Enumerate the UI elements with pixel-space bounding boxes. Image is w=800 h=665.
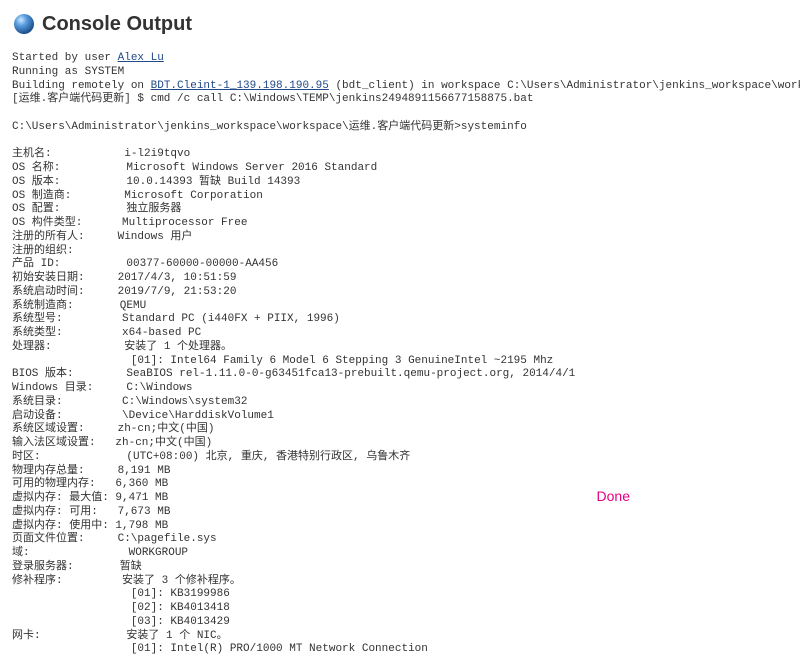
console-line: [01]: Intel(R) PRO/1000 MT Network Conne… <box>12 643 428 655</box>
console-line: 注册的所有人: Windows 用户 <box>12 231 192 243</box>
console-line: 修补程序: 安装了 3 个修补程序。 <box>12 575 241 587</box>
done-annotation: Done <box>597 488 630 504</box>
console-line: [01]: KB3199986 <box>12 588 230 600</box>
console-line: Running as SYSTEM <box>12 66 124 78</box>
console-line: 系统型号: Standard PC (i440FX + PIIX, 1996) <box>12 313 340 325</box>
console-line: 主机名: i-l2i9tqvo <box>12 148 190 160</box>
console-line: 系统类型: x64-based PC <box>12 327 201 339</box>
console-line: 系统区域设置: zh-cn;中文(中国) <box>12 423 214 435</box>
console-line: OS 制造商: Microsoft Corporation <box>12 190 263 202</box>
console-line: [01]: Intel64 Family 6 Model 6 Stepping … <box>12 355 553 367</box>
console-line: 网卡: 安装了 1 个 NIC。 <box>12 630 228 642</box>
console-line: 物理内存总量: 8,191 MB <box>12 465 170 477</box>
console-line: 页面文件位置: C:\pagefile.sys <box>12 533 217 545</box>
console-line: 初始安装日期: 2017/4/3, 10:51:59 <box>12 272 236 284</box>
console-line: 时区: (UTC+08:00) 北京, 重庆, 香港特别行政区, 乌鲁木齐 <box>12 451 410 463</box>
console-line: 启动设备: \Device\HarddiskVolume1 <box>12 410 274 422</box>
blue-ball-icon <box>12 12 36 36</box>
console-line: 虚拟内存: 最大值: 9,471 MB <box>12 492 168 504</box>
console-line: OS 名称: Microsoft Windows Server 2016 Sta… <box>12 162 377 174</box>
console-line: Windows 目录: C:\Windows <box>12 382 192 394</box>
console-line: Building remotely on BDT.Cleint-1_139.19… <box>12 80 800 92</box>
console-line: OS 版本: 10.0.14393 暂缺 Build 14393 <box>12 176 300 188</box>
console-line: [03]: KB4013429 <box>12 616 230 628</box>
console-line: 系统启动时间: 2019/7/9, 21:53:20 <box>12 286 236 298</box>
console-line: [02]: KB4013418 <box>12 602 230 614</box>
console-line: 域: WORKGROUP <box>12 547 188 559</box>
console-line: 系统制造商: QEMU <box>12 300 146 312</box>
console-line: Started by user Alex Lu <box>12 52 164 64</box>
console-line: 虚拟内存: 可用: 7,673 MB <box>12 506 170 518</box>
console-line: 登录服务器: 暂缺 <box>12 561 142 573</box>
console-line: 输入法区域设置: zh-cn;中文(中国) <box>12 437 212 449</box>
console-line: 处理器: 安装了 1 个处理器。 <box>12 341 232 353</box>
node-link[interactable]: BDT.Cleint-1_139.198.190.95 <box>151 80 329 92</box>
console-line: 虚拟内存: 使用中: 1,798 MB <box>12 520 168 532</box>
page-title-text: Console Output <box>42 13 192 36</box>
console-line: 可用的物理内存: 6,360 MB <box>12 478 168 490</box>
console-line: C:\Users\Administrator\jenkins_workspace… <box>12 121 527 133</box>
console-line: [运维.客户端代码更新] $ cmd /c call C:\Windows\TE… <box>12 93 533 105</box>
console-line: BIOS 版本: SeaBIOS rel-1.11.0-0-g63451fca1… <box>12 368 575 380</box>
console-line: 产品 ID: 00377-60000-00000-AA456 <box>12 258 278 270</box>
console-line: OS 配置: 独立服务器 <box>12 203 181 215</box>
console-output: Started by user Alex Lu Running as SYSTE… <box>12 52 788 657</box>
page-title: Console Output <box>12 12 788 36</box>
console-line: OS 构件类型: Multiprocessor Free <box>12 217 247 229</box>
console-line: 系统目录: C:\Windows\system32 <box>12 396 247 408</box>
console-line: 注册的组织: <box>12 245 120 257</box>
user-link[interactable]: Alex Lu <box>118 52 164 64</box>
